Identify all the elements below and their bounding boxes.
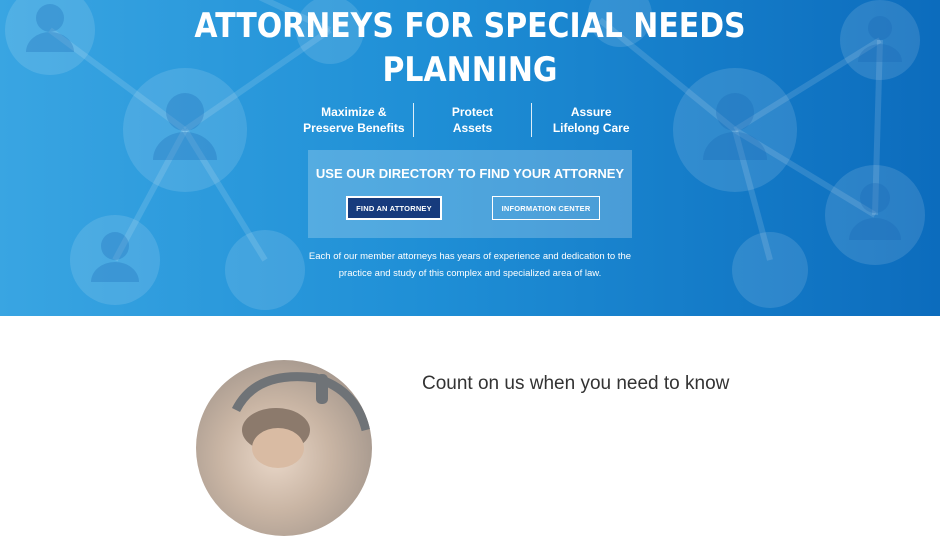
- title-line-1: ATTORNEYS FOR SPECIAL NEEDS: [194, 6, 746, 46]
- pillar-line: Assets: [452, 121, 493, 135]
- section-heading: Count on us when you need to know: [422, 373, 730, 394]
- find-attorney-button[interactable]: FIND AN ATTORNEY: [346, 196, 442, 220]
- pillar-maximize-benefits: Maximize & Preserve Benefits: [295, 103, 413, 137]
- description-line-1: Each of our member attorneys has years o…: [308, 251, 632, 262]
- pillar-line: Protect: [451, 105, 494, 119]
- description-line-2: practice and study of this complex and s…: [338, 268, 602, 279]
- directory-panel: USE OUR DIRECTORY TO FIND YOUR ATTORNEY …: [308, 150, 632, 238]
- benefit-pillars: Maximize & Preserve Benefits Protect Asset…: [295, 103, 650, 137]
- information-center-button[interactable]: INFORMATION CENTER: [492, 196, 600, 220]
- photo-illustration: [231, 372, 371, 468]
- directory-heading: USE OUR DIRECTORY TO FIND YOUR ATTORNEY: [315, 166, 625, 181]
- pillar-line: Preserve Benefits: [303, 121, 405, 135]
- pillar-line: Maximize &: [321, 105, 387, 119]
- pillar-line: Lifelong Care: [552, 121, 630, 135]
- hero-description: Each of our member attorneys has years o…: [300, 248, 640, 282]
- hero-banner: ATTORNEYS FOR SPECIAL NEEDS PLANNING Maxi…: [0, 0, 940, 316]
- pillar-line: Assure: [570, 105, 612, 119]
- pillar-protect-assets: Protect Assets: [412, 103, 532, 137]
- person-photo: [196, 360, 372, 536]
- page-title: ATTORNEYS FOR SPECIAL NEEDS PLANNING: [56, 4, 883, 92]
- pillar-lifelong-care: Assure Lifelong Care: [531, 103, 650, 137]
- title-line-2: PLANNING: [382, 50, 558, 90]
